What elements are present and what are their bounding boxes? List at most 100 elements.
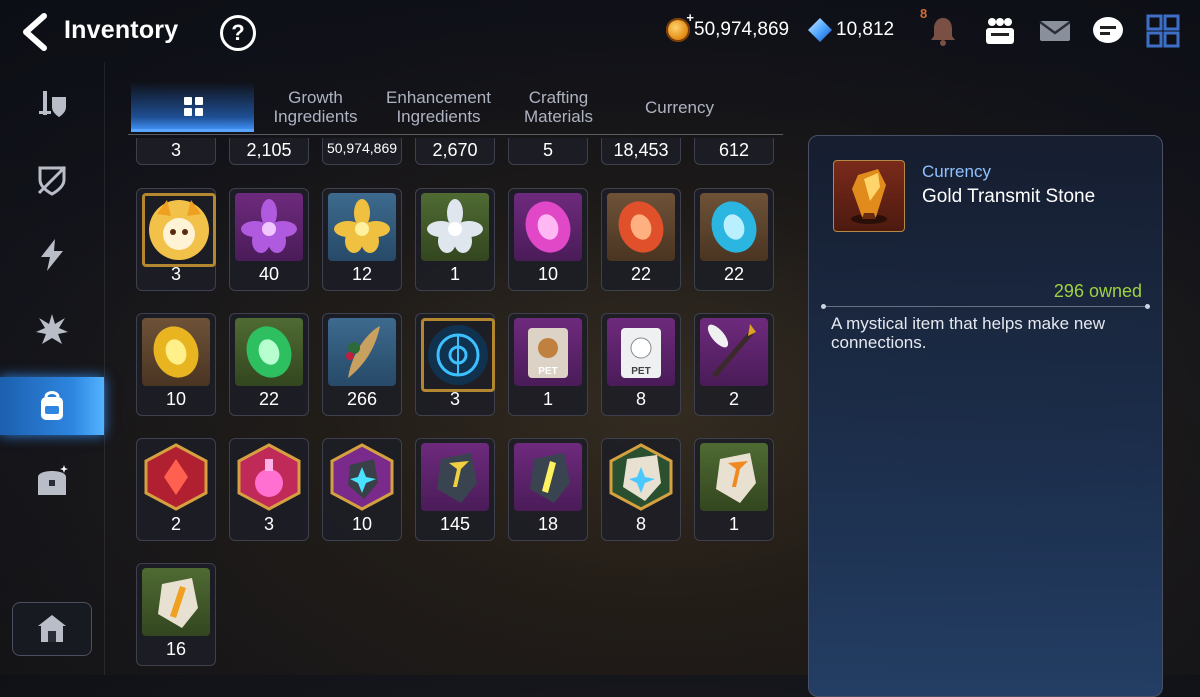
- grid-item-partial[interactable]: 3: [136, 138, 216, 166]
- grid-item[interactable]: 1: [415, 188, 495, 291]
- cat-mascot-icon: [142, 193, 216, 267]
- item-quantity: 612: [718, 140, 750, 160]
- grid-item-partial[interactable]: 2,105: [229, 138, 309, 166]
- item-grid: 3 2,105 50,974,869 2,670 5 18,453 612 3 40 12 1 10 2…: [128, 138, 783, 675]
- item-quantity: 18: [537, 514, 559, 534]
- sidebar-item-equipment[interactable]: [0, 76, 104, 134]
- cyan-stone-icon: [328, 443, 396, 511]
- sword-shield-icon: [39, 91, 66, 117]
- notification-bell-button[interactable]: 8: [920, 6, 960, 48]
- item-quantity: 22: [630, 264, 652, 284]
- item-quantity: 22: [723, 264, 745, 284]
- sidebar-item-artifacts[interactable]: [0, 151, 104, 209]
- inventory-tabs: Growth Ingredients Enhancement Ingredients…: [128, 82, 783, 135]
- item-quantity: 145: [439, 514, 471, 534]
- tab-enhancement-ingredients[interactable]: Enhancement Ingredients: [376, 82, 501, 132]
- grid-item[interactable]: 18: [508, 438, 588, 541]
- cyan-rune-icon: [700, 193, 768, 261]
- tab-all[interactable]: [131, 82, 254, 132]
- svg-text:PET: PET: [538, 366, 557, 377]
- owned-count: 296 owned: [1053, 281, 1142, 301]
- grid-item-partial[interactable]: 50,974,869: [322, 138, 402, 166]
- menu-grid-icon: [1146, 14, 1180, 48]
- help-button[interactable]: ?: [220, 15, 256, 51]
- grid-item[interactable]: 22: [694, 188, 774, 291]
- sidebar-item-skills[interactable]: [0, 226, 104, 284]
- page-title: Inventory: [64, 16, 179, 44]
- feather-wand-icon: [700, 318, 768, 386]
- item-description: A mystical item that helps make new conn…: [831, 314, 1106, 352]
- grid-item[interactable]: 10: [508, 188, 588, 291]
- item-quantity: 5: [542, 140, 553, 160]
- grid-item[interactable]: 10: [322, 438, 402, 541]
- item-quantity: 3: [170, 140, 181, 160]
- crystal-counter[interactable]: 10,812: [808, 18, 894, 42]
- gold-flower-icon: [328, 193, 396, 261]
- potion-icon: [235, 443, 303, 511]
- item-quantity: 3: [449, 389, 460, 409]
- grid-item-partial[interactable]: 18,453: [601, 138, 681, 166]
- gold-stone-icon: [421, 443, 489, 511]
- grid-item[interactable]: 22: [229, 313, 309, 416]
- team-button[interactable]: [983, 14, 1017, 48]
- crystal-icon: [808, 18, 832, 42]
- grid-item[interactable]: 3: [229, 438, 309, 541]
- item-quantity: 3: [170, 264, 181, 284]
- crystal-amount: 10,812: [836, 19, 895, 40]
- tab-crafting-materials[interactable]: Crafting Materials: [506, 82, 611, 132]
- grid-item[interactable]: 22: [601, 188, 681, 291]
- grid-item[interactable]: 2: [136, 438, 216, 541]
- back-arrow-icon[interactable]: [18, 12, 52, 52]
- team-icon: [986, 18, 1014, 44]
- grid-item-partial[interactable]: 5: [508, 138, 588, 166]
- grid-item[interactable]: 145: [415, 438, 495, 541]
- tab-currency[interactable]: Currency: [622, 82, 737, 132]
- grid-item-partial[interactable]: 2,670: [415, 138, 495, 166]
- grid-item[interactable]: 3: [136, 188, 216, 291]
- grid-item[interactable]: 1: [694, 438, 774, 541]
- grid-item[interactable]: 12: [322, 188, 402, 291]
- item-category: Currency: [922, 162, 991, 181]
- grid-item[interactable]: 266: [322, 313, 402, 416]
- grid-item-partial[interactable]: 612: [694, 138, 774, 166]
- item-quantity: 18,453: [613, 140, 669, 160]
- item-quantity: 8: [635, 514, 646, 534]
- item-name: Gold Transmit Stone: [922, 186, 1096, 207]
- sidebar-item-home[interactable]: [12, 602, 92, 656]
- tab-growth-ingredients[interactable]: Growth Ingredients: [258, 82, 373, 132]
- grid-item[interactable]: PET 8: [601, 313, 681, 416]
- red-rune-icon: [607, 193, 675, 261]
- grid-item[interactable]: 8: [601, 438, 681, 541]
- item-quantity: 8: [635, 389, 646, 409]
- feather-icon: [328, 318, 396, 386]
- item-detail-panel: Currency Gold Transmit Stone 296 owned A…: [808, 135, 1163, 697]
- item-quantity: 2,670: [432, 140, 478, 160]
- chest-icon: [38, 465, 68, 495]
- item-quantity: 40: [258, 264, 280, 284]
- chat-button[interactable]: [1091, 14, 1125, 48]
- sidebar-item-chests[interactable]: [0, 452, 104, 510]
- sidebar-item-catalysts[interactable]: [0, 301, 104, 359]
- mail-button[interactable]: [1038, 14, 1072, 48]
- item-quantity: 1: [728, 514, 739, 534]
- grid-item[interactable]: 10: [136, 313, 216, 416]
- grid-item[interactable]: 2: [694, 313, 774, 416]
- house-icon: [38, 615, 66, 642]
- green-rune-icon: [235, 318, 303, 386]
- grid-item[interactable]: 40: [229, 188, 309, 291]
- pet-bag-white-icon: PET: [607, 318, 675, 386]
- grid-item[interactable]: PET 1: [508, 313, 588, 416]
- gold-counter[interactable]: + 50,974,869: [666, 10, 789, 42]
- item-quantity: 1: [542, 389, 553, 409]
- svg-text:PET: PET: [631, 366, 650, 377]
- menu-grid-button[interactable]: [1146, 14, 1180, 48]
- grid-item[interactable]: 3: [415, 313, 495, 416]
- item-quantity: 22: [258, 389, 280, 409]
- item-quantity: 10: [537, 264, 559, 284]
- bell-icon: [931, 18, 955, 46]
- red-gem-icon: [142, 443, 210, 511]
- sidebar-item-materials[interactable]: [0, 377, 104, 435]
- grid-item[interactable]: 16: [136, 563, 216, 666]
- item-quantity: 2: [170, 514, 181, 534]
- light-stone-icon: [142, 568, 210, 636]
